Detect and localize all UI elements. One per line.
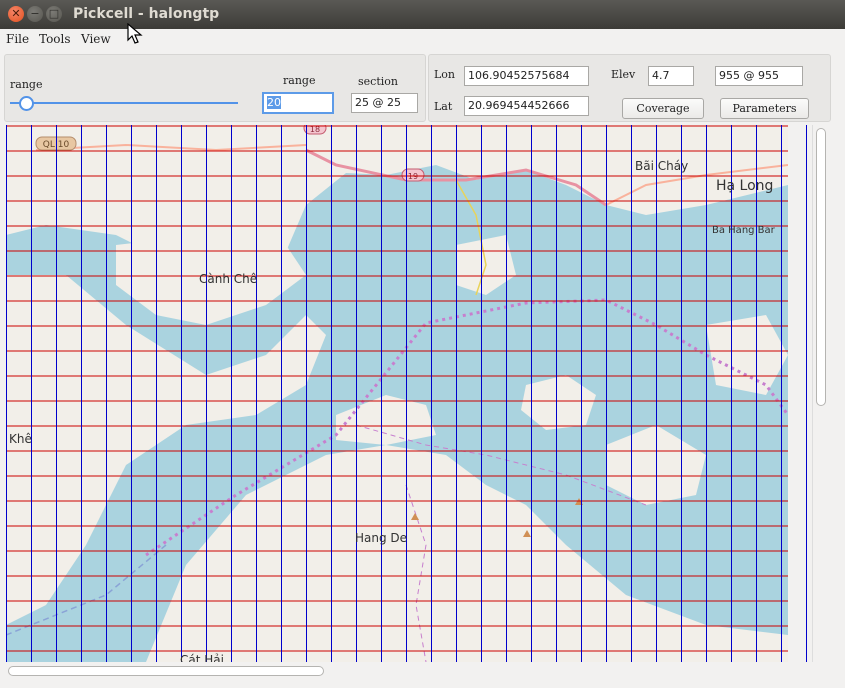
mouse-cursor-icon [127, 23, 143, 44]
minimize-window-button[interactable]: − [27, 6, 43, 22]
place-ha-long: Hạ Long [716, 178, 774, 194]
horizontal-scrollbar[interactable] [6, 663, 812, 679]
maximize-window-button[interactable]: □ [46, 6, 62, 22]
place-bai-chay: Bãi Cháy [635, 159, 689, 173]
window-title: Pickcell - halongtp [73, 6, 220, 22]
horizontal-scroll-thumb[interactable] [8, 666, 324, 676]
section-label: section [358, 75, 398, 88]
lat-input[interactable]: 20.969454452666 [464, 96, 589, 116]
menu-view[interactable]: View [81, 32, 111, 46]
elev-label: Elev [611, 68, 636, 81]
range-slider-label: range [10, 78, 43, 91]
section-input[interactable]: 25 @ 25 [351, 93, 418, 113]
map-view[interactable]: QL 10 18 19 Bãi Cháy Hạ Long Ba Hang Bar… [6, 125, 788, 662]
range-input[interactable]: 20 [262, 92, 334, 114]
cell-input[interactable]: 955 @ 955 [715, 66, 803, 86]
lon-input[interactable]: 106.90452575684 [464, 66, 589, 86]
range-slider-handle[interactable] [19, 96, 34, 111]
close-window-button[interactable]: ✕ [8, 6, 24, 22]
vertical-scroll-thumb[interactable] [816, 128, 826, 406]
menu-file[interactable]: File [6, 32, 29, 46]
place-cat-hai: Cát Hải [180, 653, 224, 662]
lat-label: Lat [434, 100, 453, 113]
place-canh-che: Cành Chê [199, 272, 258, 286]
map-base: QL 10 18 19 [6, 125, 788, 662]
place-khe: Khê [9, 432, 32, 446]
lon-label: Lon [434, 68, 456, 81]
range-label: range [283, 74, 316, 87]
place-ba-hang-bar: Ba Hang Bar [712, 225, 775, 236]
menu-tools[interactable]: Tools [39, 32, 71, 46]
coverage-button[interactable]: Coverage [622, 98, 704, 119]
grid-edge-line [806, 125, 807, 662]
range-slider-track[interactable] [10, 102, 238, 104]
parameters-button[interactable]: Parameters [720, 98, 809, 119]
vertical-scrollbar[interactable] [812, 125, 827, 662]
place-hang-de: Hang De [355, 531, 408, 545]
road-shield-19: 19 [401, 168, 425, 182]
elev-input[interactable]: 4.7 [648, 66, 694, 86]
